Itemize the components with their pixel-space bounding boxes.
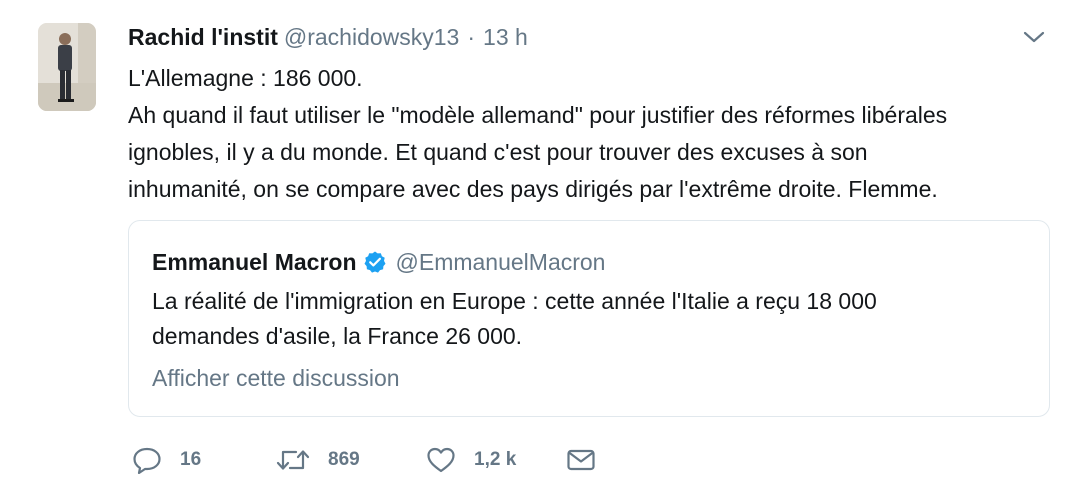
tweet-text-line: inhumanité, on se compare avec des pays … <box>128 176 938 202</box>
quoted-text-line: demandes d'asile, la France 26 000. <box>152 323 523 349</box>
header-separator: · <box>467 24 476 50</box>
retweet-button[interactable]: 869 <box>276 440 360 480</box>
tweet[interactable]: Rachid l'instit @rachidowsky13 · 13 h L'… <box>0 0 1072 494</box>
tweet-text-line: Ah quand il faut utiliser le "modèle all… <box>128 102 948 128</box>
quoted-tweet[interactable]: Emmanuel Macron @EmmanuelMacron La réali… <box>128 220 1050 417</box>
like-button[interactable]: 1,2 k <box>426 440 516 480</box>
author-name[interactable]: Rachid l'instit <box>128 22 278 52</box>
retweet-count: 869 <box>328 449 360 470</box>
tweet-text: L'Allemagne : 186 000. Ah quand il faut … <box>128 60 1053 208</box>
envelope-icon <box>566 446 596 474</box>
reply-icon <box>132 446 162 474</box>
chevron-down-icon[interactable] <box>1022 28 1046 46</box>
reply-button[interactable]: 16 <box>132 440 201 480</box>
tweet-header: Rachid l'instit @rachidowsky13 · 13 h <box>128 22 528 52</box>
quoted-text-line: La réalité de l'immigration en Europe : … <box>152 288 877 314</box>
show-thread-link[interactable]: Afficher cette discussion <box>152 363 400 393</box>
quoted-author-handle: @EmmanuelMacron <box>395 248 606 275</box>
author-handle[interactable]: @rachidowsky13 <box>284 22 459 52</box>
tweet-text-line: ignobles, il y a du monde. Et quand c'es… <box>128 139 868 165</box>
direct-message-button[interactable] <box>566 440 596 480</box>
quoted-author-name: Emmanuel Macron <box>152 248 357 275</box>
heart-icon <box>426 446 456 474</box>
tweet-text-line: L'Allemagne : 186 000. <box>128 65 363 91</box>
avatar-photo-icon <box>38 23 96 111</box>
avatar[interactable] <box>38 23 96 111</box>
like-count: 1,2 k <box>474 449 517 470</box>
verified-badge-icon <box>363 250 387 274</box>
reply-count: 16 <box>180 449 202 470</box>
quoted-tweet-text: La réalité de l'immigration en Europe : … <box>152 284 877 354</box>
retweet-icon <box>276 446 310 474</box>
tweet-timestamp[interactable]: 13 h <box>483 22 528 52</box>
quoted-tweet-header: Emmanuel Macron @EmmanuelMacron <box>152 247 605 277</box>
